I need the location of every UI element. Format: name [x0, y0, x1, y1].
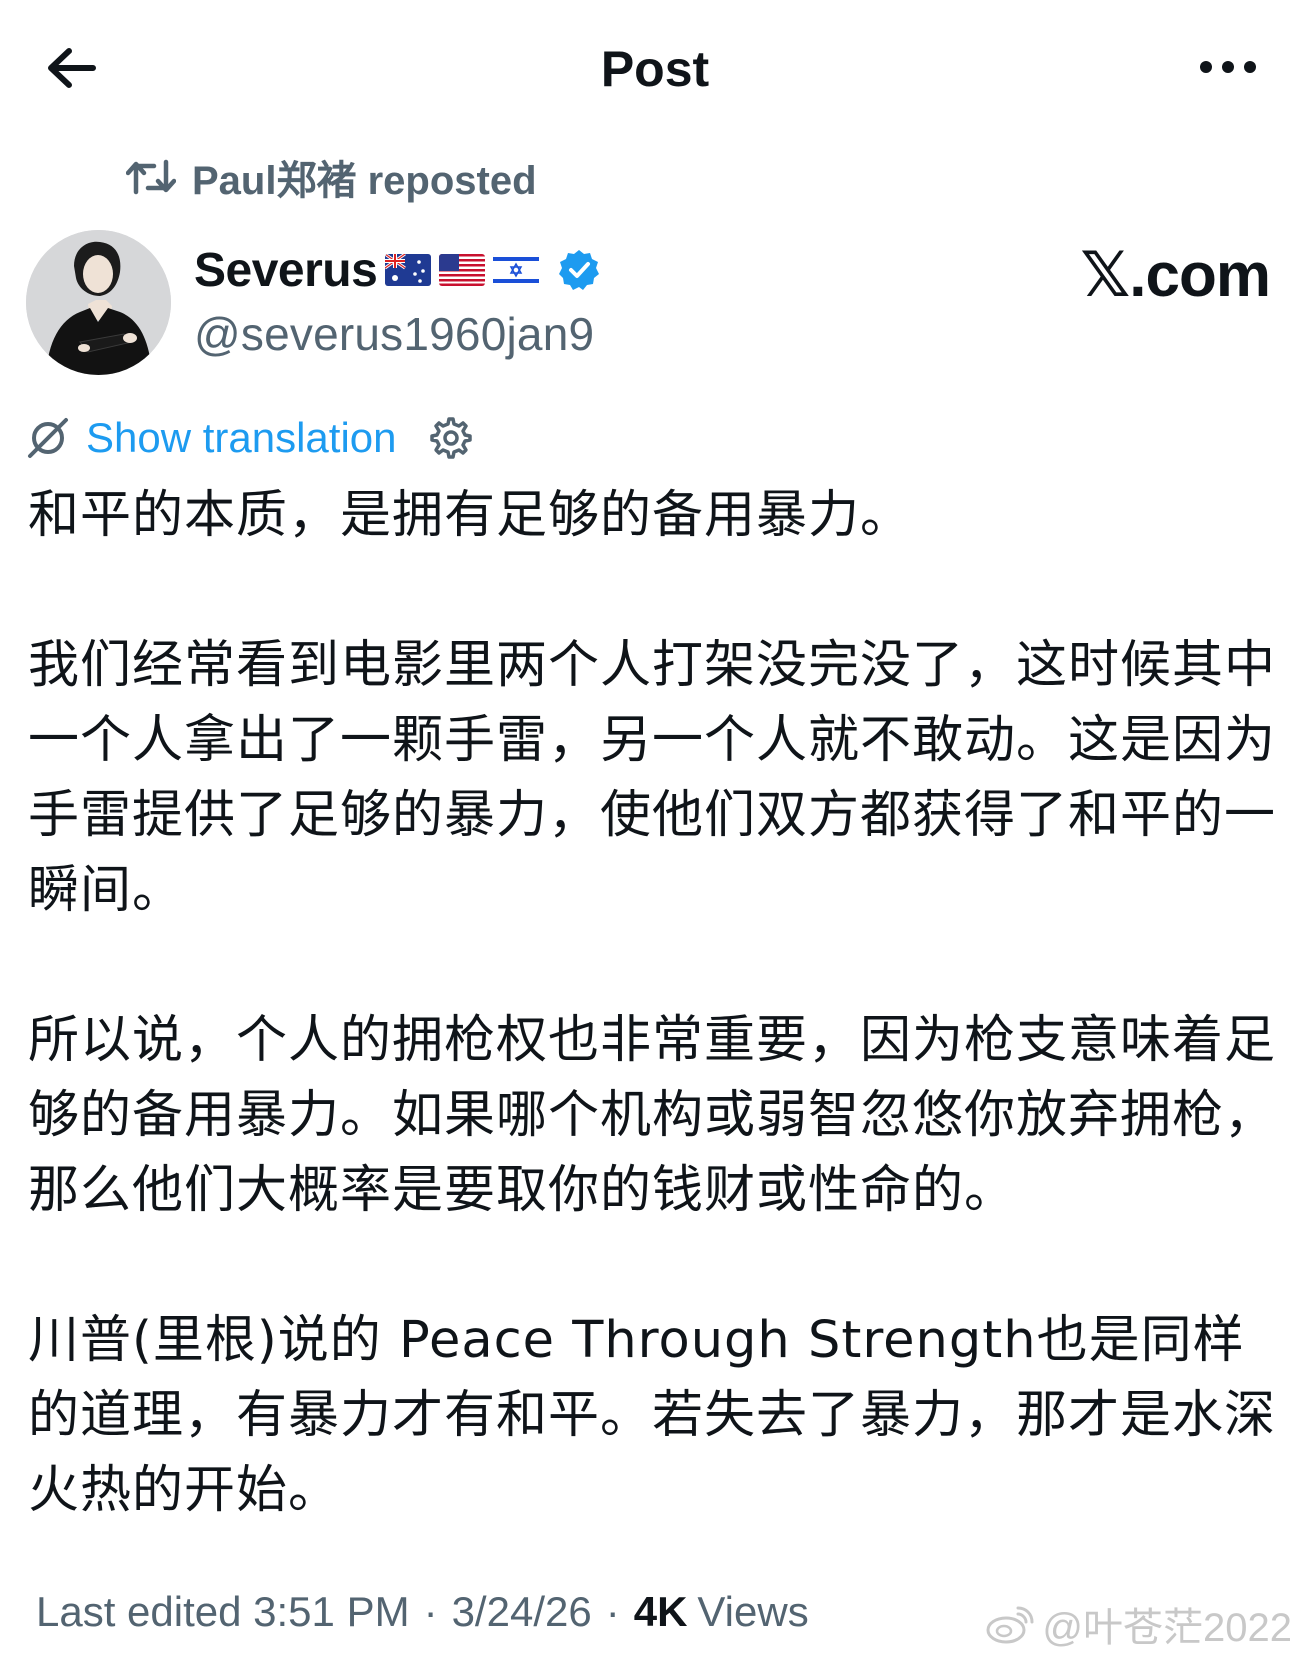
- translation-bar: Show translation: [26, 408, 473, 468]
- top-bar: Post: [0, 0, 1310, 135]
- x-com-watermark: 𝕏.com: [1080, 241, 1271, 310]
- usa-flag: [439, 254, 486, 286]
- avatar[interactable]: [26, 230, 171, 375]
- weibo-watermark-text: @叶苍茫2022: [1042, 1606, 1292, 1650]
- post-paragraph: 和平的本质，是拥有足够的备用暴力。: [28, 486, 913, 545]
- more-options-button[interactable]: [1190, 42, 1266, 92]
- post-paragraph: 所以说，个人的拥枪权也非常重要，因为枪支意味着足够的备用暴力。如果哪个机构或弱智…: [28, 1011, 1277, 1220]
- show-translation-link[interactable]: Show translation: [86, 414, 397, 462]
- gear-icon[interactable]: [429, 416, 473, 460]
- israel-flag: [493, 254, 540, 286]
- views-count[interactable]: 4K: [634, 1588, 688, 1636]
- post-paragraph: 我们经常看到电影里两个人打架没完没了，这时候其中一个人拿出了一颗手雷，另一个人就…: [28, 636, 1277, 920]
- repost-indicator[interactable]: Paul郑褚 reposted: [126, 152, 537, 203]
- meta-separator: ·: [605, 1588, 620, 1635]
- views-label: Views: [697, 1588, 809, 1635]
- repost-label: Paul郑褚 reposted: [192, 159, 537, 203]
- translate-icon: [26, 416, 70, 460]
- post-paragraph: 川普(里根)说的 Peace Through Strength也是同样的道理，有…: [28, 1311, 1277, 1520]
- last-edited-time[interactable]: Last edited 3:51 PM: [36, 1588, 410, 1636]
- author-block: Severus @severus1960jan9: [194, 240, 601, 362]
- post-metadata: Last edited 3:51 PM · 3/24/26 · 4K Views: [36, 1582, 809, 1642]
- page-title: Post: [600, 41, 710, 97]
- post-text: 和平的本质，是拥有足够的备用暴力。 我们经常看到电影里两个人打架没完没了，这时候…: [28, 478, 1288, 1528]
- weibo-watermark: @叶苍茫2022: [984, 1598, 1292, 1650]
- meta-separator: ·: [423, 1588, 438, 1635]
- display-name[interactable]: Severus: [194, 243, 378, 298]
- australia-flag: [385, 254, 432, 286]
- more-horizontal-icon: [1200, 61, 1256, 73]
- weibo-logo-icon: [986, 1606, 1034, 1644]
- post-date[interactable]: 3/24/26: [452, 1588, 592, 1636]
- user-handle[interactable]: @severus1960jan9: [194, 306, 601, 362]
- verified-badge-icon[interactable]: [557, 248, 601, 292]
- repost-icon: [126, 157, 176, 197]
- avatar-image: [26, 230, 171, 375]
